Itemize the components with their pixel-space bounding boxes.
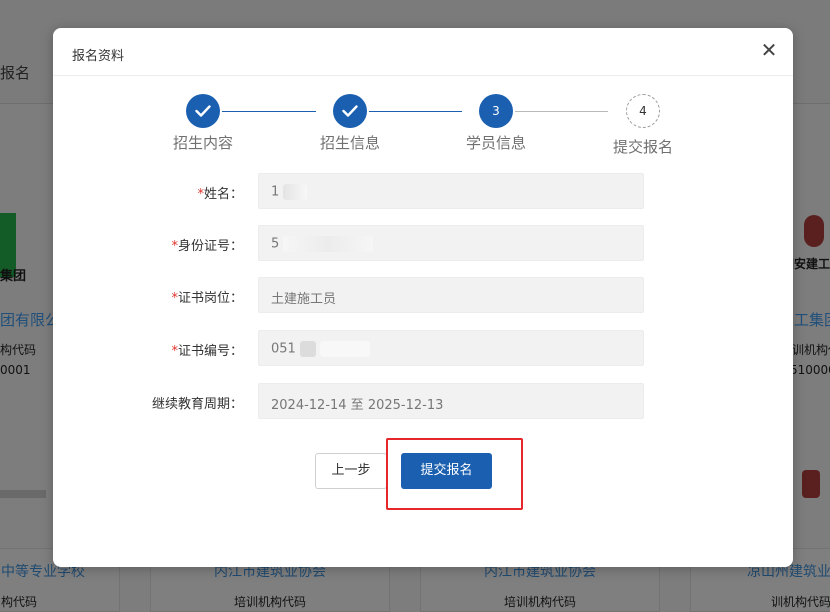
background-card-left: 集团 团有限公 构代码 0001 <box>0 185 60 415</box>
redacted-mask <box>320 341 371 357</box>
redacted-mask <box>283 236 374 252</box>
certificate-number-field[interactable]: 051 <box>258 330 644 366</box>
previous-step-button[interactable]: 上一步 <box>315 453 387 489</box>
step-4: 4 提交报名 <box>583 94 703 157</box>
step-1: 招生内容 <box>143 94 263 153</box>
field-label: *姓名： <box>197 187 243 202</box>
field-label: 继续教育周期： <box>151 397 243 412</box>
form-row-id: *身份证号： 5 <box>53 225 793 261</box>
registration-modal: 报名资料 ✕ 招生内容 招生信息 3 学员信息 4 提交报名 *姓名： 1 *身… <box>53 28 793 567</box>
submit-registration-button[interactable]: 提交报名 <box>401 453 492 489</box>
card-sub: 培训机构代码 <box>233 595 306 609</box>
org-logo <box>804 215 824 247</box>
background-school-logo <box>0 480 50 510</box>
background-tab: 报名 <box>0 64 31 82</box>
step-number: 3 <box>479 94 513 128</box>
field-label: *身份证号： <box>171 239 243 254</box>
step-label: 提交报名 <box>612 138 673 156</box>
modal-header: 报名资料 ✕ <box>53 28 793 76</box>
form-row-period: 继续教育周期： 2024-12-14 至 2025-12-13 <box>53 383 793 419</box>
field-label: *证书岗位： <box>171 291 243 306</box>
org-code: 510000 <box>790 363 830 377</box>
org-code-label: 训机构代 <box>792 343 830 357</box>
step-label: 招生内容 <box>172 134 233 152</box>
card-sub: 培训机构代码 <box>503 595 576 609</box>
field-label: *证书编号： <box>171 344 243 359</box>
modal-title: 报名资料 <box>72 49 125 64</box>
logo-text: 集团 <box>0 269 27 284</box>
check-icon <box>333 94 367 128</box>
step-2: 招生信息 <box>290 94 410 153</box>
org-code: 0001 <box>0 363 31 377</box>
background-org-logo-2 <box>796 470 826 510</box>
card-sub: 构代码 <box>1 595 38 609</box>
org-name: 团有限公 <box>0 311 61 329</box>
id-number-field[interactable]: 5 <box>258 225 644 261</box>
form-row-cert-no: *证书编号： 051 <box>53 330 793 366</box>
org-name: 工集团 <box>794 311 830 329</box>
step-label: 招生信息 <box>319 134 380 152</box>
check-icon <box>186 94 220 128</box>
redacted-mask <box>299 341 316 357</box>
org-code-label: 构代码 <box>0 343 37 357</box>
close-icon[interactable]: ✕ <box>759 40 779 60</box>
form-row-name: *姓名： 1 <box>53 173 793 209</box>
step-3: 3 学员信息 <box>436 94 556 153</box>
card-sub: 训机构代码 <box>771 595 830 609</box>
step-label: 学员信息 <box>465 134 526 152</box>
education-period-field[interactable]: 2024-12-14 至 2025-12-13 <box>258 383 644 419</box>
step-indicator: 招生内容 招生信息 3 学员信息 4 提交报名 <box>53 94 793 164</box>
redacted-mask <box>283 184 308 200</box>
step-number: 4 <box>626 94 660 128</box>
form-row-position: *证书岗位： 土建施工员 <box>53 277 793 313</box>
certificate-position-field[interactable]: 土建施工员 <box>258 277 644 313</box>
name-field[interactable]: 1 <box>258 173 644 209</box>
